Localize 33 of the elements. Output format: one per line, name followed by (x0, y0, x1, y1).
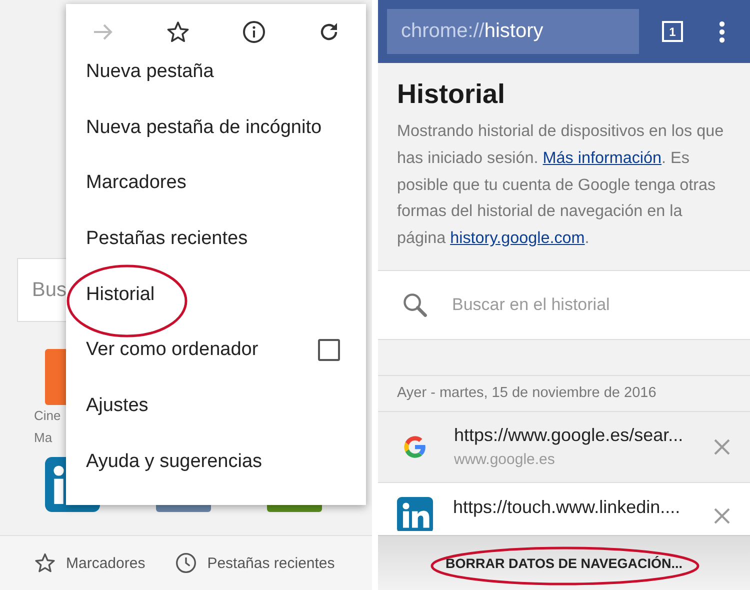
tab-count-button[interactable]: 1 (662, 21, 683, 42)
clock-icon (175, 552, 198, 574)
search-icon (402, 292, 428, 318)
menu-item[interactable]: Historial (66, 266, 366, 322)
bookmarks-button[interactable]: Marcadores (34, 552, 146, 574)
menu-item[interactable]: Nueva pestaña (66, 44, 366, 100)
info-icon[interactable] (242, 20, 266, 44)
entry-title: https://touch.www.linkedin.... (453, 496, 682, 518)
menu-item[interactable]: Nueva pestaña de incógnito (66, 100, 366, 156)
google-logo-icon (402, 434, 428, 460)
star-icon (34, 552, 56, 574)
link[interactable]: history.google.com (450, 229, 585, 248)
tile-label: Ma (34, 429, 52, 447)
menu-item[interactable]: Ayuda y sugerencias (66, 434, 366, 490)
date-header: Ayer - martes, 15 de noviembre de 2016 (378, 376, 750, 412)
menu-item[interactable]: Marcadores (66, 155, 366, 212)
link[interactable]: Más información (542, 148, 662, 167)
checkbox[interactable] (318, 339, 340, 362)
page-title: Historial (397, 79, 506, 110)
recent-tabs-button[interactable]: Pestañas recientes (175, 552, 335, 574)
tile-label: Cine (34, 407, 61, 425)
entry-title: https://www.google.es/sear... (454, 425, 684, 446)
star-icon[interactable] (166, 20, 190, 44)
menu-item[interactable]: Ver como ordenador (66, 322, 366, 378)
entry-domain: www.google.es (454, 451, 556, 468)
close-icon[interactable] (713, 506, 731, 525)
linkedin-logo-icon (397, 496, 433, 531)
more-menu-icon[interactable] (719, 20, 725, 42)
address-bar[interactable]: chrome://history (387, 9, 639, 54)
description-text: Mostrando historial de dispositivos en los que has iniciado sesión. Más información. Es posible que tu cuenta de Google tenga otras formas del historial de navegación en la página history.google.com. (397, 121, 725, 250)
menu-item[interactable]: Pestañas recientes (66, 211, 366, 267)
menu-item[interactable]: Ajustes (66, 378, 366, 434)
history-entry[interactable]: https://www.google.es/sear... www.google.es (378, 412, 750, 483)
